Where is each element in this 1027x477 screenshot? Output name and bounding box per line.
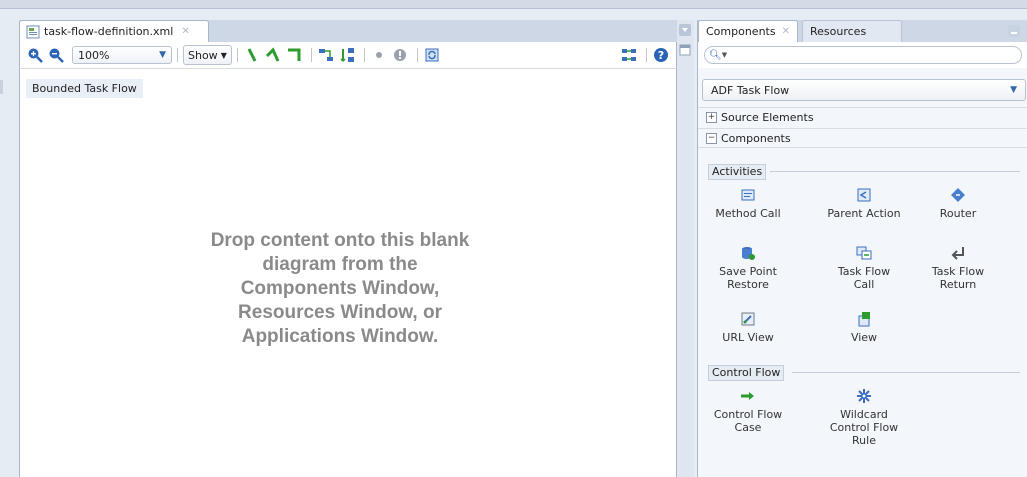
left-edge-handle[interactable] xyxy=(0,80,3,94)
section-components[interactable]: − Components xyxy=(698,128,1027,148)
editor-tab-bar: task-flow-definition.xml ✕ xyxy=(19,20,677,42)
tab-task-flow-definition[interactable]: task-flow-definition.xml ✕ xyxy=(19,20,209,42)
palette-item-save-point-restore[interactable]: Save Point Restore xyxy=(703,245,793,291)
panel-tab-bar: Components ✕ Resources xyxy=(698,20,1027,42)
show-menu-button[interactable]: Show ▼ xyxy=(183,45,232,65)
tab-label: task-flow-definition.xml xyxy=(44,25,174,38)
item-label: Task Flow Call xyxy=(837,265,891,291)
close-icon[interactable]: ✕ xyxy=(782,26,790,37)
diagram-editor: task-flow-definition.xml ✕ 100% ▼ Show ▼… xyxy=(19,20,677,477)
svg-text:?: ? xyxy=(658,49,664,62)
item-label: View xyxy=(850,331,878,344)
close-icon[interactable]: ✕ xyxy=(181,26,189,37)
task-flow-call-icon xyxy=(856,246,872,260)
activities-group-title: Activities xyxy=(708,164,767,180)
chevron-down-icon: ▼ xyxy=(159,50,166,60)
diagram-toolbar: 100% ▼ Show ▼ ? xyxy=(19,42,677,68)
help-icon[interactable]: ? xyxy=(652,46,670,64)
straight-line-icon[interactable] xyxy=(243,46,261,64)
collapse-down-icon[interactable] xyxy=(679,24,691,36)
toolbar-separator xyxy=(363,48,365,62)
default-activity-icon[interactable] xyxy=(370,46,388,64)
tab-components[interactable]: Components ✕ xyxy=(698,20,798,42)
search-icon[interactable]: 🔍︎ xyxy=(709,50,722,61)
toolbar-separator xyxy=(310,48,312,62)
curved-line-icon[interactable] xyxy=(264,46,282,64)
item-label: Control Flow Case xyxy=(713,408,783,434)
zoom-value: 100% xyxy=(78,48,110,62)
item-label: Method Call xyxy=(715,207,781,220)
pane-splitter[interactable] xyxy=(677,20,694,477)
wildcard-control-flow-rule-icon xyxy=(857,389,871,403)
palette-item-router[interactable]: Router xyxy=(913,187,1003,220)
item-label: Save Point Restore xyxy=(719,265,777,291)
section-source-elements[interactable]: + Source Elements xyxy=(698,107,1027,127)
restore-pane-icon[interactable] xyxy=(679,44,691,56)
diagram-title: Bounded Task Flow xyxy=(26,79,143,98)
layout-vertical-icon[interactable] xyxy=(338,46,356,64)
empty-diagram-message: Drop content onto this blank diagram fro… xyxy=(210,230,470,347)
zoom-select[interactable]: 100% ▼ xyxy=(72,46,172,64)
dropdown-arrow-icon: ▼ xyxy=(220,50,227,60)
item-label: Wildcard Control Flow Rule xyxy=(829,408,899,447)
task-flow-return-icon xyxy=(951,247,964,260)
item-label: Router xyxy=(939,207,977,220)
control-flow-case-icon xyxy=(741,392,754,400)
zoom-in-icon[interactable] xyxy=(26,46,44,64)
palette-item-view[interactable]: View xyxy=(819,311,909,344)
group-divider xyxy=(792,372,1020,373)
refresh-diagram-icon[interactable] xyxy=(423,46,441,64)
palette-item-control-flow-case[interactable]: Control Flow Case xyxy=(703,388,793,434)
orthogonal-line-icon[interactable] xyxy=(285,46,303,64)
parent-action-icon xyxy=(857,188,871,202)
overview-icon[interactable] xyxy=(620,46,638,64)
url-view-icon xyxy=(741,312,755,326)
exception-handler-icon[interactable] xyxy=(391,46,409,64)
palette-item-task-flow-call[interactable]: Task Flow Call xyxy=(819,245,909,291)
toolbar-separator xyxy=(646,48,647,62)
router-icon xyxy=(951,188,965,202)
tab-label: Components xyxy=(706,25,776,38)
library-select[interactable]: ADF Task Flow ▼ xyxy=(702,79,1026,101)
palette-item-wildcard-control-flow-rule[interactable]: Wildcard Control Flow Rule xyxy=(819,388,909,447)
search-box[interactable]: 🔍︎ ▼ xyxy=(704,46,1022,64)
method-call-icon xyxy=(741,189,755,201)
item-label: Parent Action xyxy=(827,207,901,220)
palette-item-parent-action[interactable]: Parent Action xyxy=(819,187,909,220)
section-label: Components xyxy=(721,131,791,145)
tab-resources[interactable]: Resources xyxy=(802,20,902,42)
palette-item-method-call[interactable]: Method Call xyxy=(703,187,793,220)
diagram-canvas[interactable]: Bounded Task Flow Drop content onto this… xyxy=(19,68,677,477)
xml-file-icon xyxy=(26,25,40,38)
search-input[interactable] xyxy=(730,47,1021,63)
library-value: ADF Task Flow xyxy=(711,83,790,97)
palette-item-task-flow-return[interactable]: Task Flow Return xyxy=(913,245,1003,291)
layout-horizontal-icon[interactable] xyxy=(317,46,335,64)
minimize-icon[interactable] xyxy=(1008,25,1020,37)
show-label: Show xyxy=(188,48,218,62)
group-divider xyxy=(770,171,1020,172)
view-icon xyxy=(858,312,870,327)
control-flow-group-title: Control Flow xyxy=(708,365,785,381)
save-point-restore-icon xyxy=(742,247,755,260)
toolbar-separator xyxy=(236,48,238,62)
search-dropdown-icon[interactable]: ▼ xyxy=(722,51,727,59)
toolbar-separator xyxy=(177,48,178,62)
tab-label: Resources xyxy=(810,25,867,38)
expand-icon[interactable]: + xyxy=(706,112,717,123)
toolbar-separator xyxy=(416,48,418,62)
item-label: Task Flow Return xyxy=(931,265,985,291)
components-window: Components ✕ Resources 🔍︎ ▼ ADF Task Flo… xyxy=(697,20,1027,477)
item-label: URL View xyxy=(722,331,774,344)
chevron-down-icon: ▼ xyxy=(1010,85,1017,95)
section-label: Source Elements xyxy=(721,111,814,124)
palette-item-url-view[interactable]: URL View xyxy=(703,311,793,344)
zoom-out-icon[interactable] xyxy=(47,46,65,64)
search-row: 🔍︎ ▼ xyxy=(698,42,1027,68)
collapse-icon[interactable]: − xyxy=(706,132,717,144)
window-top-strip xyxy=(0,0,1027,9)
